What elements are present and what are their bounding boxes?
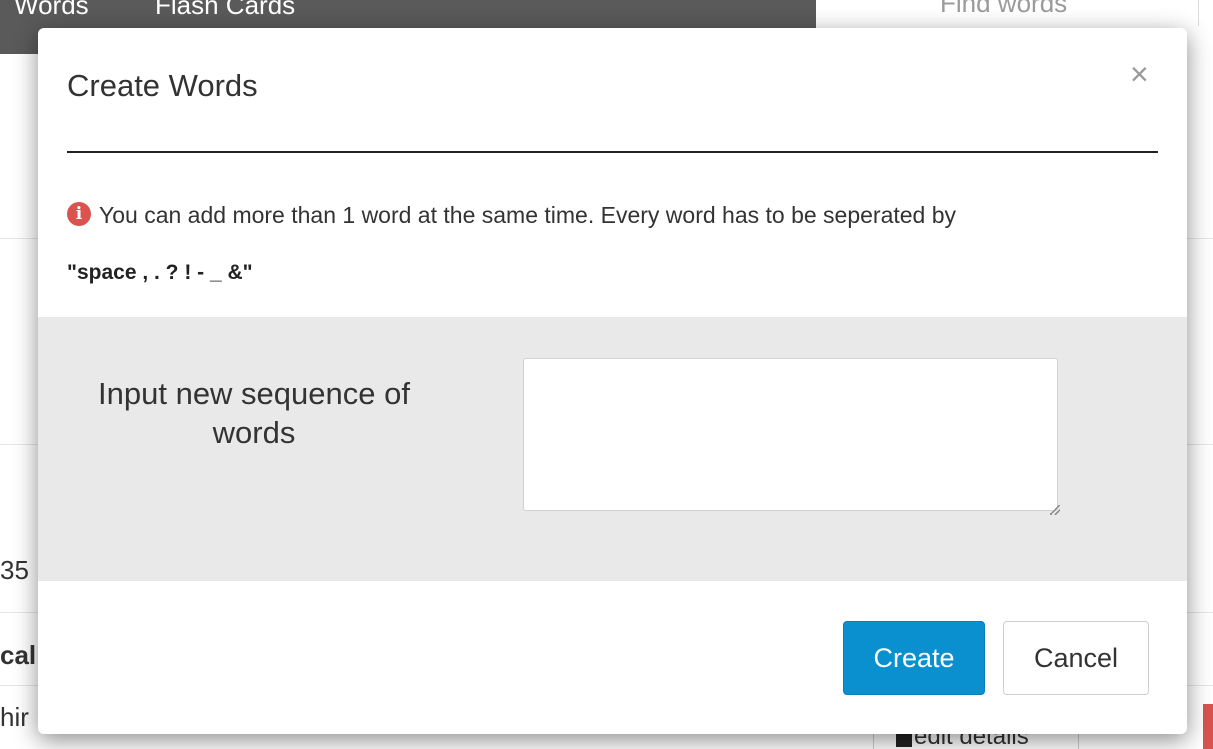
info-icon: i xyxy=(67,202,91,226)
cancel-button[interactable]: Cancel xyxy=(1003,621,1149,695)
modal-title: Create Words xyxy=(67,68,258,103)
create-button[interactable]: Create xyxy=(843,621,985,695)
words-textarea[interactable] xyxy=(523,358,1058,511)
header-divider xyxy=(67,151,1158,153)
separator-characters: "space , . ? ! - _ &" xyxy=(67,261,253,284)
form-panel: Input new sequence of words xyxy=(38,317,1187,581)
page: Words Flash Cards Find words 35 cal hir … xyxy=(0,0,1213,749)
info-text: You can add more than 1 word at the same… xyxy=(99,202,957,228)
create-words-modal: Create Words × i You can add more than 1… xyxy=(38,28,1187,734)
resize-handle-icon[interactable] xyxy=(1050,505,1060,515)
close-icon[interactable]: × xyxy=(1130,58,1149,90)
words-input-label: Input new sequence of words xyxy=(98,376,410,450)
